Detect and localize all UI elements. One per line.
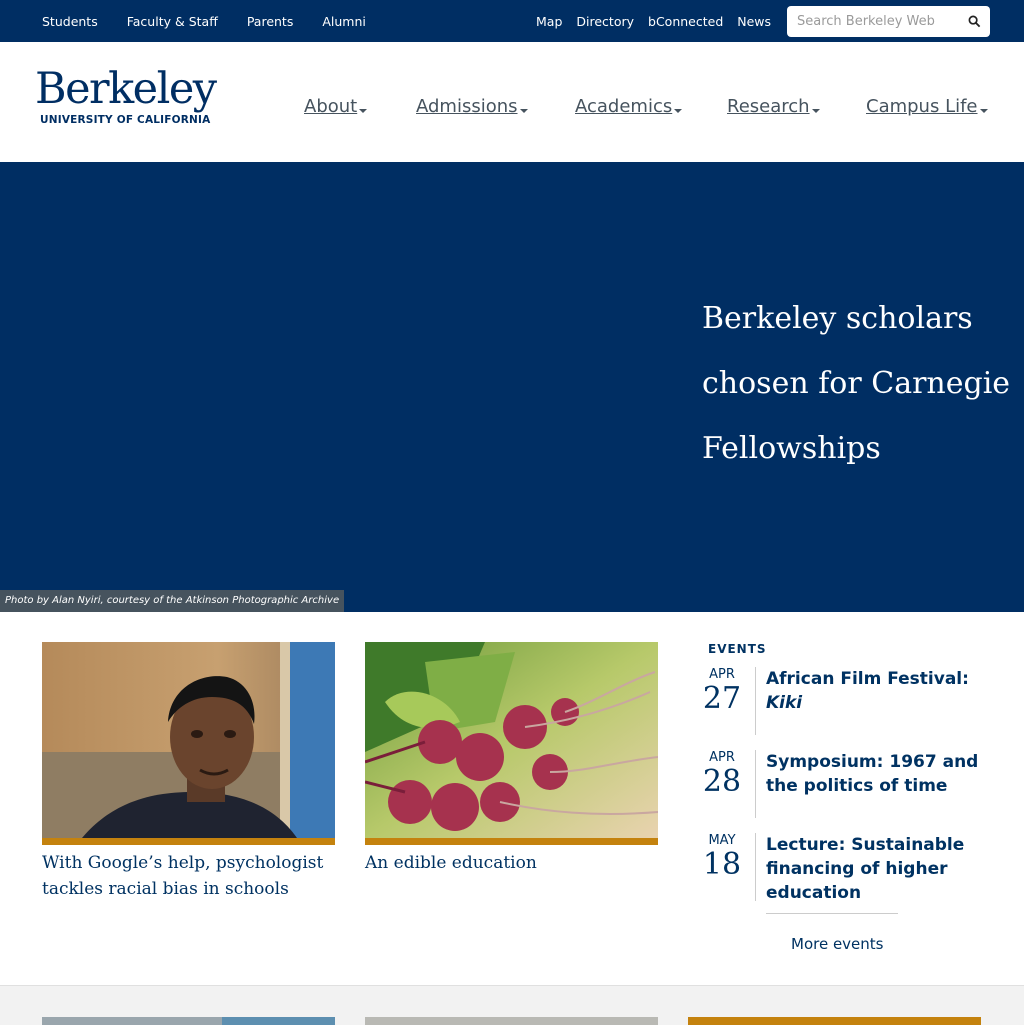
photo-credit: Photo by Alan Nyiri, courtesy of the Atk…	[0, 590, 345, 612]
news-card[interactable]: An edible education	[365, 642, 658, 876]
search-icon[interactable]	[968, 15, 981, 28]
news-title[interactable]: With Google’s help, psychologist tackles…	[42, 850, 335, 902]
nav-research-label: Research	[727, 96, 810, 117]
news-title[interactable]: An edible education	[365, 850, 658, 876]
event-title[interactable]: Lecture: Sustainable financing of higher…	[766, 833, 986, 905]
lower-section	[0, 985, 1024, 1025]
more-events-link[interactable]: More events	[791, 935, 884, 953]
logo-wordmark: Berkeley	[35, 64, 217, 114]
link-faculty-staff[interactable]: Faculty & Staff	[127, 14, 218, 29]
nav-admissions[interactable]: Admissions	[416, 96, 528, 117]
event-item[interactable]: MAY 18 Lecture: Sustainable financing of…	[703, 833, 998, 905]
news-photo-beets	[365, 642, 658, 838]
divider	[755, 750, 756, 818]
nav-academics-label: Academics	[575, 96, 673, 117]
link-bconnected[interactable]: bConnected	[648, 14, 723, 29]
event-title-italic: Kiki	[766, 693, 803, 713]
search-box	[787, 6, 990, 37]
divider	[755, 667, 756, 735]
event-day: 28	[702, 764, 742, 799]
events-list: EVENTS APR 27 African Film Festival: Kiki…	[703, 640, 998, 953]
hero-banner[interactable]: Berkeley scholars chosen for Carnegie Fe…	[0, 162, 1024, 612]
link-news[interactable]: News	[737, 14, 771, 29]
gold-accent-bar	[42, 838, 335, 845]
caret-down-icon	[359, 109, 368, 113]
event-title-text: African Film Festival:	[766, 669, 969, 689]
event-month: APR	[709, 667, 735, 682]
berkeley-logo[interactable]: Berkeley UNIVERSITY OF CALIFORNIA	[35, 64, 220, 131]
nav-about-label: About	[304, 96, 358, 117]
news-card[interactable]: With Google’s help, psychologist tackles…	[42, 642, 335, 902]
logo-subtitle: UNIVERSITY OF CALIFORNIA	[40, 114, 211, 126]
news-photo-psychologist	[42, 642, 335, 838]
nav-campus-life-label: Campus Life	[866, 96, 978, 117]
event-month: APR	[709, 750, 735, 765]
event-month: MAY	[708, 833, 736, 848]
caret-down-icon	[674, 109, 683, 113]
search-input[interactable]	[797, 12, 957, 30]
event-day: 27	[702, 681, 742, 716]
link-map[interactable]: Map	[536, 14, 562, 29]
utility-bar: Students Faculty & Staff Parents Alumni …	[0, 0, 1024, 42]
nav-admissions-label: Admissions	[416, 96, 518, 117]
divider	[755, 833, 756, 901]
caret-down-icon	[519, 109, 528, 113]
nav-campus-life[interactable]: Campus Life	[866, 96, 988, 117]
events-heading: EVENTS	[708, 642, 767, 656]
gold-accent-bar	[365, 838, 658, 845]
nav-academics[interactable]: Academics	[575, 96, 683, 117]
link-directory[interactable]: Directory	[576, 14, 634, 29]
event-title[interactable]: Symposium: 1967 and the politics of time	[766, 750, 986, 798]
utility-nav: Map Directory bConnected News	[536, 0, 785, 42]
event-item[interactable]: APR 28 Symposium: 1967 and the politics …	[703, 750, 998, 820]
site-header: Berkeley UNIVERSITY OF CALIFORNIA About …	[0, 42, 1024, 162]
caret-down-icon	[811, 109, 820, 113]
link-parents[interactable]: Parents	[247, 14, 294, 29]
event-item[interactable]: APR 27 African Film Festival: Kiki	[703, 667, 998, 737]
link-students[interactable]: Students	[42, 14, 98, 29]
audience-nav: Students Faculty & Staff Parents Alumni	[42, 0, 395, 42]
hero-headline[interactable]: Berkeley scholars chosen for Carnegie Fe…	[702, 286, 1012, 481]
nav-research[interactable]: Research	[727, 96, 820, 117]
nav-about[interactable]: About	[304, 96, 368, 117]
event-title[interactable]: African Film Festival: Kiki	[766, 667, 986, 715]
events-divider	[766, 913, 898, 914]
link-alumni[interactable]: Alumni	[322, 14, 366, 29]
caret-down-icon	[979, 109, 988, 113]
event-day: 18	[702, 847, 742, 882]
